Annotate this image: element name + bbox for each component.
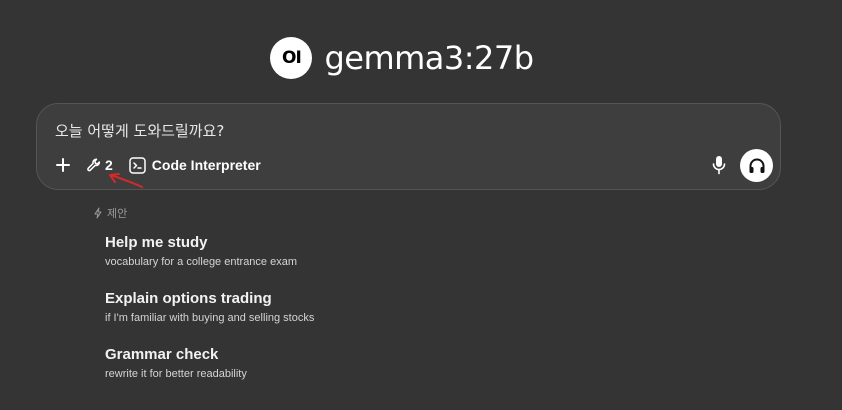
model-logo: OI xyxy=(270,37,313,79)
model-header: OI gemma3:27b xyxy=(0,36,842,80)
microphone-button[interactable] xyxy=(709,154,729,176)
suggestion-title: Grammar check xyxy=(105,346,219,363)
add-button[interactable] xyxy=(53,155,73,175)
suggestion-subtitle: rewrite it for better readability xyxy=(105,368,247,380)
suggestion-subtitle: vocabulary for a college entrance exam xyxy=(105,256,297,268)
code-interpreter-label: Code Interpreter xyxy=(151,157,261,173)
plus-icon xyxy=(56,158,70,172)
voice-mode-button[interactable] xyxy=(740,149,773,182)
microphone-icon xyxy=(712,156,726,175)
chat-input-placeholder[interactable]: 오늘 어떻게 도와드릴까요? xyxy=(55,120,224,141)
suggestion-item[interactable]: Grammar check rewrite it for better read… xyxy=(105,344,505,400)
headphones-icon xyxy=(749,158,764,173)
input-toolbar: 2 Code Interpreter xyxy=(53,154,261,176)
suggestion-subtitle: if I'm familiar with buying and selling … xyxy=(105,312,315,324)
suggestion-item[interactable]: Explain options trading if I'm familiar … xyxy=(105,288,505,344)
suggestion-title: Explain options trading xyxy=(105,290,272,307)
suggestions-header: 제안 xyxy=(93,205,127,221)
model-name[interactable]: gemma3:27b xyxy=(324,39,534,77)
logo-text: OI xyxy=(282,48,302,68)
suggestion-item[interactable]: Help me study vocabulary for a college e… xyxy=(105,232,505,288)
bolt-icon xyxy=(94,207,102,219)
suggestions-label: 제안 xyxy=(107,207,128,220)
suggestions-list: Help me study vocabulary for a college e… xyxy=(105,232,505,400)
annotation-arrow xyxy=(109,173,143,188)
suggestion-title: Help me study xyxy=(105,234,208,251)
